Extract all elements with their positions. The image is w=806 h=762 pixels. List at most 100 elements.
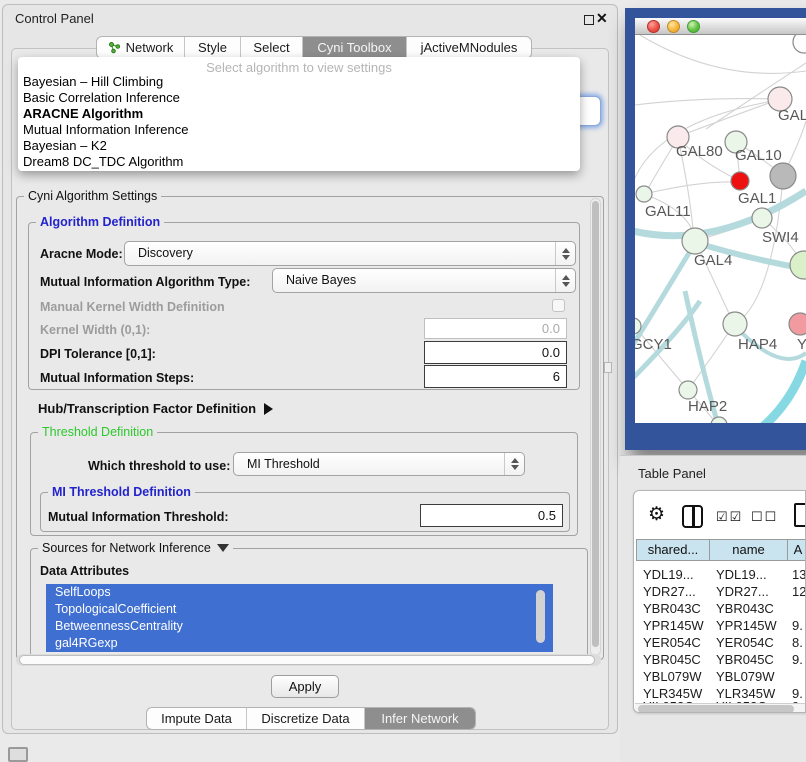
- attribute-topologicalcoefficient[interactable]: TopologicalCoefficient: [46, 601, 553, 618]
- tab-style-label: Style: [198, 40, 227, 55]
- cell: YBR043C: [716, 601, 786, 616]
- tab-infer-network[interactable]: Infer Network: [365, 708, 475, 729]
- node-gray[interactable]: [770, 163, 796, 189]
- label-gal: GAL: [778, 107, 806, 124]
- cell: 8.: [792, 635, 806, 650]
- popup-placeholder: Select algorithm to view settings: [18, 60, 580, 75]
- table-row[interactable]: YER054C YER054C 8.: [636, 635, 806, 651]
- popup-item-dream8[interactable]: Dream8 DC_TDC Algorithm: [23, 154, 183, 170]
- which-threshold-value: MI Threshold: [247, 457, 320, 471]
- mi-steps-field[interactable]: [424, 365, 567, 388]
- table-row[interactable]: YBL079W YBL079W: [636, 669, 806, 685]
- cell: YPR145W: [716, 618, 786, 633]
- which-threshold-combo[interactable]: MI Threshold: [233, 452, 525, 476]
- node-hap2[interactable]: [679, 381, 697, 399]
- label-gal80: GAL80: [676, 143, 723, 160]
- settings-vertical-scrollbar[interactable]: [590, 198, 601, 656]
- unchecked-pair-icon[interactable]: ☐☐: [751, 509, 778, 525]
- sources-title: Sources for Network Inference: [42, 541, 211, 555]
- table-panel-card: ⚙ ☑☑ ☐☐ shared... name A YDL19... YDL19.…: [633, 490, 806, 713]
- tab-network[interactable]: Network: [97, 37, 185, 58]
- attribute-selfloops[interactable]: SelfLoops: [46, 584, 553, 601]
- tab-impute-data-label: Impute Data: [161, 711, 232, 726]
- table-row[interactable]: YDR27... YDR27... 12: [636, 584, 806, 600]
- popup-item-basic-correlation[interactable]: Basic Correlation Inference: [23, 90, 180, 106]
- tab-jactivemnodules[interactable]: jActiveMNodules: [407, 37, 531, 58]
- node-swi4[interactable]: [752, 208, 772, 228]
- cell: YDR27...: [643, 584, 709, 599]
- table-hscroll-thumb[interactable]: [638, 705, 794, 713]
- cell: YBR045C: [716, 652, 786, 667]
- popup-item-mutual-information[interactable]: Mutual Information Inference: [23, 122, 188, 138]
- sources-toggle[interactable]: Sources for Network Inference: [38, 541, 233, 555]
- table-horizontal-scrollbar[interactable]: [635, 703, 805, 713]
- settings-hscroll-thumb[interactable]: [19, 655, 595, 665]
- column-header-partial[interactable]: A: [787, 539, 806, 561]
- mi-threshold-field[interactable]: [420, 504, 563, 527]
- collapsed-panel-chip[interactable]: [8, 747, 28, 762]
- aracne-mode-label: Aracne Mode:: [40, 247, 123, 261]
- network-window-titlebar[interactable]: [635, 18, 806, 35]
- popup-item-bayesian-k2[interactable]: Bayesian – K2: [23, 138, 107, 154]
- document-icon[interactable]: [794, 503, 806, 527]
- node-gal1[interactable]: [731, 172, 749, 190]
- kernel-width-label: Kernel Width (0,1):: [40, 323, 150, 337]
- table-row[interactable]: YDL19... YDL19... 13: [636, 567, 806, 583]
- node-hap4[interactable]: [723, 312, 747, 336]
- attribute-gal4rgexp[interactable]: gal4RGexp: [46, 635, 553, 652]
- split-columns-icon[interactable]: [682, 505, 703, 528]
- cell: YBL079W: [643, 669, 709, 684]
- node-gal4[interactable]: [682, 228, 708, 254]
- cell: 12: [792, 584, 806, 599]
- tab-impute-data[interactable]: Impute Data: [147, 708, 247, 729]
- hub-section-toggle[interactable]: Hub/Transcription Factor Definition: [38, 401, 273, 416]
- attributes-vscroll-thumb[interactable]: [536, 590, 545, 643]
- apply-button[interactable]: Apply: [271, 675, 339, 698]
- panel-splitter-handle[interactable]: [604, 362, 612, 373]
- checked-pair-icon[interactable]: ☑☑: [716, 509, 743, 525]
- table-row[interactable]: YPR145W YPR145W 9.: [636, 618, 806, 634]
- manual-kernel-width-label: Manual Kernel Width Definition: [40, 300, 225, 314]
- network-canvas[interactable]: GAL GAL80 GAL10 GAL1 GAL11 SWI4 GAL4 GCY…: [635, 35, 806, 423]
- settings-horizontal-scrollbar[interactable]: [16, 654, 601, 666]
- minimize-window-icon[interactable]: [667, 20, 680, 33]
- node-partial-top[interactable]: [793, 35, 806, 53]
- attribute-betweennesscentrality[interactable]: BetweennessCentrality: [46, 618, 553, 635]
- combo-arrows-icon: [555, 242, 575, 265]
- table-row[interactable]: YBR043C YBR043C: [636, 601, 806, 617]
- tab-discretize-data[interactable]: Discretize Data: [247, 708, 365, 729]
- node-partial-right[interactable]: [790, 251, 806, 279]
- aracne-mode-combo[interactable]: Discovery: [124, 241, 576, 266]
- node-salmon[interactable]: [789, 313, 806, 335]
- popup-item-bayesian-hill-climbing[interactable]: Bayesian – Hill Climbing: [23, 74, 163, 90]
- table-row[interactable]: YBR045C YBR045C 9.: [636, 652, 806, 668]
- gear-icon[interactable]: ⚙: [648, 503, 665, 526]
- tab-select[interactable]: Select: [241, 37, 303, 58]
- manual-kernel-width-checkbox[interactable]: [552, 299, 565, 312]
- popup-item-aracne[interactable]: ARACNE Algorithm: [23, 106, 143, 122]
- cell: YPR145W: [643, 618, 709, 633]
- zoom-window-icon[interactable]: [687, 20, 700, 33]
- close-panel-icon[interactable]: ✕: [596, 10, 608, 27]
- kernel-width-field[interactable]: [424, 318, 567, 339]
- expand-right-icon: [264, 403, 273, 415]
- column-header-shared[interactable]: shared...: [636, 539, 710, 561]
- data-attributes-label: Data Attributes: [40, 564, 129, 578]
- network-graph: GAL GAL80 GAL10 GAL1 GAL11 SWI4 GAL4 GCY…: [635, 35, 806, 423]
- tab-style[interactable]: Style: [185, 37, 241, 58]
- label-gal10: GAL10: [735, 147, 782, 164]
- close-window-icon[interactable]: [647, 20, 660, 33]
- float-window-icon[interactable]: [584, 15, 594, 25]
- cell: YBR045C: [643, 652, 709, 667]
- dpi-tolerance-field[interactable]: [424, 341, 567, 364]
- column-header-name[interactable]: name: [709, 539, 788, 561]
- settings-vscroll-thumb[interactable]: [592, 201, 599, 647]
- node-gal11[interactable]: [636, 186, 652, 202]
- data-attributes-list: SelfLoops TopologicalCoefficient Between…: [46, 584, 553, 652]
- tab-cyni-toolbox[interactable]: Cyni Toolbox: [303, 37, 407, 58]
- cell: YBL079W: [716, 669, 786, 684]
- node-partial-bottom[interactable]: [711, 417, 727, 423]
- cell: 13: [792, 567, 806, 582]
- mi-algorithm-type-combo[interactable]: Naive Bayes: [272, 268, 576, 293]
- network-icon: [108, 41, 121, 54]
